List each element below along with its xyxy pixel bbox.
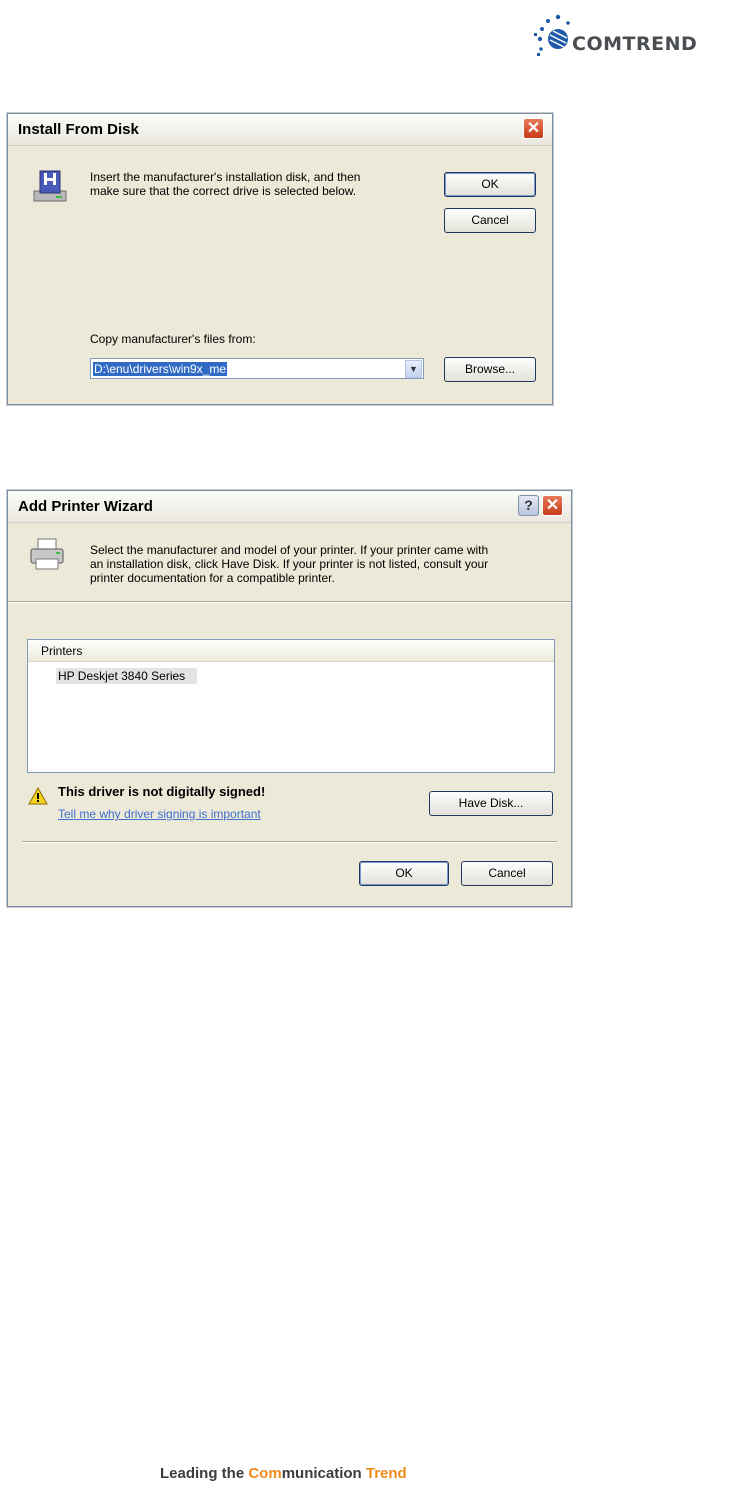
driver-signing-link[interactable]: Tell me why driver signing is important (58, 807, 261, 821)
path-combobox[interactable]: D:\enu\drivers\win9x_me ▼ (90, 358, 424, 379)
copy-from-label: Copy manufacturer's files from: (90, 332, 256, 346)
header-divider (8, 601, 571, 603)
cancel-button[interactable]: Cancel (461, 861, 553, 886)
tagline-accent2: Trend (365, 1465, 407, 1482)
comtrend-logo-mark-icon (534, 14, 570, 56)
browse-button[interactable]: Browse... (444, 357, 536, 382)
install-from-disk-dialog: Install From Disk ✕ Insert the manufactu… (7, 113, 553, 405)
floppy-disk-drive-icon (33, 170, 67, 202)
ok-button[interactable]: OK (359, 861, 449, 886)
install-dialog-title: Install From Disk (18, 121, 139, 138)
close-icon: ✕ (526, 120, 541, 137)
wizard-title: Add Printer Wizard (18, 498, 153, 515)
have-disk-button[interactable]: Have Disk... (429, 791, 553, 816)
install-message-line2: make sure that the correct drive is sele… (90, 184, 357, 198)
wizard-message-line1: Select the manufacturer and model of you… (90, 543, 489, 557)
cancel-button[interactable]: Cancel (444, 208, 536, 233)
comtrend-logo: COMTREND (528, 5, 728, 65)
tagline-part2: munication (281, 1465, 366, 1482)
install-message-line1: Insert the manufacturer's installation d… (90, 170, 361, 184)
close-icon: ✕ (545, 497, 560, 514)
tagline-accent1: Com (248, 1465, 282, 1482)
tagline-part1: Leading the (160, 1465, 249, 1482)
wizard-titlebar[interactable]: Add Printer Wizard ? ✕ (8, 491, 571, 523)
printers-list[interactable]: Printers HP Deskjet 3840 Series (27, 639, 555, 773)
help-icon: ? (524, 497, 533, 513)
footer-divider (22, 841, 557, 843)
warning-icon (28, 787, 48, 805)
install-dialog-titlebar[interactable]: Install From Disk ✕ (8, 114, 552, 146)
wizard-message-line2: an installation disk, click Have Disk. I… (90, 557, 489, 571)
printers-list-header[interactable]: Printers (28, 640, 554, 662)
list-item[interactable]: HP Deskjet 3840 Series (56, 668, 198, 684)
add-printer-wizard-dialog: Add Printer Wizard ? ✕ Select the manufa… (7, 490, 572, 907)
close-button[interactable]: ✕ (542, 495, 563, 516)
logo-wordmark: COMTREND (572, 33, 698, 55)
printers-column-header[interactable]: Printers (41, 644, 82, 658)
unsigned-driver-warning: This driver is not digitally signed! (58, 784, 266, 799)
footer-tagline: Leading the Communication Trend (160, 1465, 407, 1482)
wizard-message-line3: printer documentation for a compatible p… (90, 571, 335, 585)
printer-icon (30, 538, 64, 570)
ok-button[interactable]: OK (444, 172, 536, 197)
help-button[interactable]: ? (518, 495, 539, 516)
close-button[interactable]: ✕ (523, 118, 544, 139)
path-value[interactable]: D:\enu\drivers\win9x_me (93, 362, 228, 376)
chevron-down-icon[interactable]: ▼ (405, 360, 422, 378)
